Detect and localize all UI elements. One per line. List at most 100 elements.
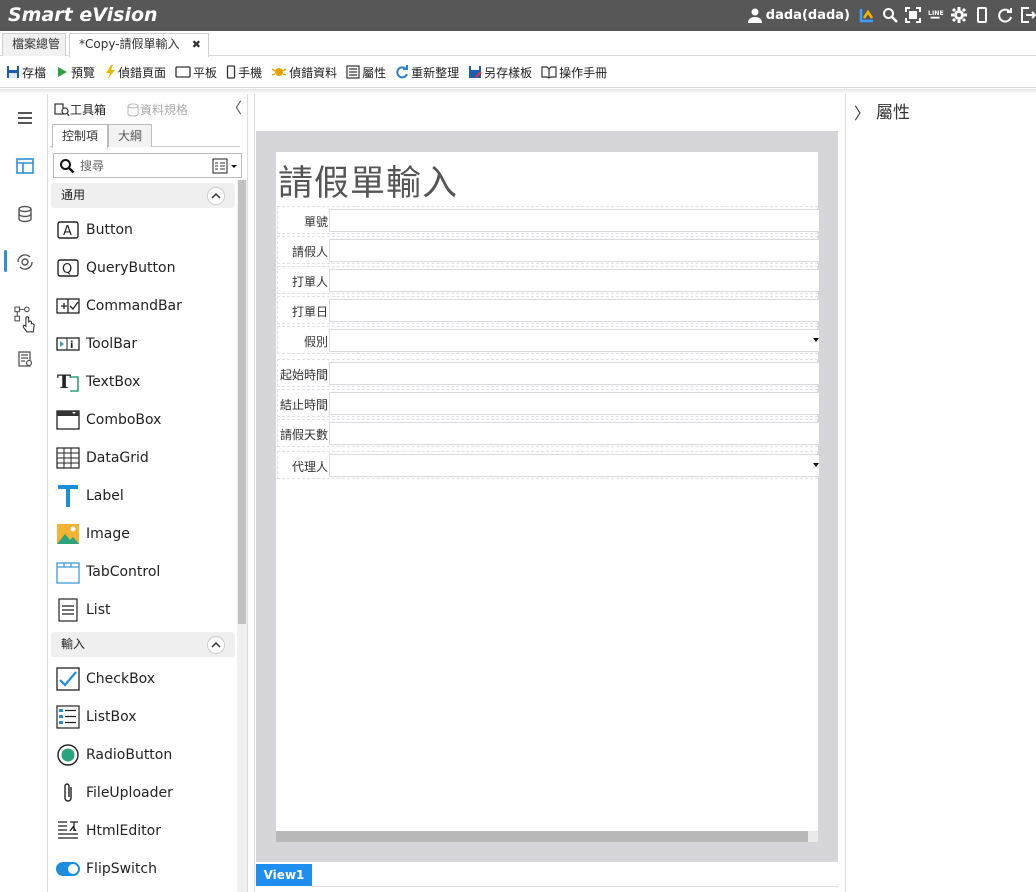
tab-outline[interactable]: 大綱 — [108, 124, 153, 147]
palette-scrollbar[interactable] — [237, 180, 247, 892]
save-button[interactable]: 存檔 — [6, 64, 46, 81]
control-flipswitch[interactable]: FlipSwitch — [56, 854, 236, 884]
control-textbox[interactable]: T TextBox — [56, 367, 236, 397]
report-settings-icon[interactable] — [14, 348, 36, 370]
line-icon[interactable]: LINE — [928, 7, 944, 23]
search-input[interactable] — [80, 157, 200, 175]
properties-button[interactable]: 屬性 — [346, 64, 386, 81]
preview-button[interactable]: 預覽 — [55, 64, 95, 81]
palette-tabs: 控制項 大綱 — [50, 124, 240, 148]
debug-page-button[interactable]: 偵錯頁面 — [104, 64, 166, 81]
category-general[interactable]: 通用 — [51, 183, 235, 208]
view-tab[interactable]: View1 — [256, 864, 312, 886]
dropdown-caret-icon[interactable] — [813, 463, 819, 467]
text-field[interactable] — [329, 392, 819, 415]
text-field[interactable] — [329, 362, 819, 385]
data-spec-tab[interactable]: 資料規格 — [126, 101, 188, 118]
gear-icon[interactable] — [951, 7, 967, 23]
dropdown-caret-icon[interactable] — [813, 338, 819, 342]
form-row[interactable]: 假別 — [277, 326, 819, 354]
field-label: 打單日 — [291, 305, 328, 319]
control-label: TabControl — [86, 564, 161, 580]
control-combobox[interactable]: ComboBox — [56, 405, 236, 435]
hamburger-menu-icon[interactable] — [14, 107, 36, 129]
control-list[interactable]: List — [56, 595, 236, 625]
tab-copy-leave-form[interactable]: *Copy-請假單輸入 ✖ — [69, 33, 209, 57]
manual-button[interactable]: 操作手冊 — [541, 64, 607, 81]
collapse-panel-icon[interactable]: 〈 — [227, 97, 242, 118]
control-toolbar[interactable]: i ToolBar — [56, 329, 236, 359]
phone-button[interactable]: 手機 — [226, 64, 262, 81]
view-mode-dropdown[interactable] — [212, 158, 238, 174]
chevron-up-icon[interactable] — [207, 187, 225, 205]
scrollbar-thumb[interactable] — [238, 180, 246, 624]
control-commandbar[interactable]: CommandBar — [56, 291, 236, 321]
sync-eye-icon[interactable] — [14, 251, 36, 273]
mobile-icon[interactable] — [974, 7, 990, 23]
control-label: FlipSwitch — [86, 861, 158, 877]
control-checkbox[interactable]: CheckBox — [56, 664, 236, 694]
search-icon[interactable] — [882, 7, 898, 23]
control-label: QueryButton — [86, 260, 176, 276]
control-button[interactable]: A Button — [56, 215, 236, 245]
form-row[interactable]: 請假人 — [277, 236, 819, 264]
control-querybutton[interactable]: Q QueryButton — [56, 253, 236, 283]
control-image[interactable]: Image — [56, 519, 236, 549]
form-title[interactable]: 請假單輸入 — [278, 155, 458, 206]
text-field[interactable] — [329, 269, 819, 292]
form-row[interactable]: 請假天數 — [277, 419, 819, 447]
close-tab-icon[interactable]: ✖ — [192, 34, 201, 55]
save-icon — [7, 66, 19, 78]
control-listbox[interactable]: ListBox — [56, 702, 236, 732]
logout-icon[interactable] — [1020, 7, 1036, 23]
control-label[interactable]: Label — [56, 481, 236, 511]
toolbox-tab[interactable]: 工具箱 — [54, 101, 106, 118]
chevron-up-icon[interactable] — [207, 636, 225, 654]
text-field[interactable] — [329, 299, 819, 322]
category-label: 輸入 — [61, 637, 86, 651]
form-row[interactable]: 代理人 — [277, 451, 819, 479]
username[interactable]: dada(dada) — [766, 8, 850, 23]
view-tab-baseline — [312, 886, 838, 887]
field-label: 假別 — [303, 335, 328, 349]
workflow-icon[interactable] — [14, 302, 36, 336]
expand-panel-icon[interactable]: 〉 — [854, 100, 870, 124]
text-field[interactable] — [329, 422, 819, 445]
category-label: 通用 — [61, 188, 86, 202]
tab-file-explorer[interactable]: 檔案總管 — [2, 33, 66, 56]
form-row[interactable]: 起始時間 — [277, 359, 819, 387]
brand-icon[interactable] — [859, 7, 875, 23]
tab-controls[interactable]: 控制項 — [52, 124, 109, 148]
control-radiobutton[interactable]: RadioButton — [56, 740, 236, 770]
text-field[interactable] — [329, 239, 819, 262]
form-row[interactable]: 打單人 — [277, 266, 819, 294]
form-row[interactable]: 打單日 — [277, 296, 819, 324]
save-as-template-button[interactable]: 另存樣板 — [468, 64, 532, 81]
toolbox-panel: 工具箱 資料規格 〈 控制項 大綱 通用 A Button Q QueryBut… — [48, 94, 248, 892]
control-htmleditor[interactable]: HtmlEditor — [56, 816, 236, 846]
canvas-horizontal-scrollbar[interactable] — [276, 831, 818, 842]
control-datagrid[interactable]: DataGrid — [56, 443, 236, 473]
toolbar-control-icon: i — [56, 332, 80, 356]
select-field[interactable] — [329, 454, 819, 477]
layout-icon[interactable] — [14, 155, 36, 177]
text-field[interactable] — [329, 209, 819, 232]
category-input[interactable]: 輸入 — [51, 632, 235, 657]
control-tabcontrol[interactable]: TabControl — [56, 557, 236, 587]
panel-divider[interactable] — [248, 94, 255, 892]
refresh-icon — [396, 65, 409, 79]
select-field[interactable] — [329, 329, 819, 352]
debug-data-button[interactable]: 偵錯資料 — [271, 64, 337, 81]
database-icon[interactable] — [14, 203, 36, 225]
refresh-icon[interactable] — [997, 7, 1013, 23]
fullscreen-icon[interactable] — [905, 7, 921, 23]
form-row[interactable]: 單號 — [277, 206, 819, 234]
reorganize-button[interactable]: 重新整理 — [395, 64, 459, 81]
lightning-icon — [106, 65, 116, 79]
properties-panel: 〉 屬性 — [845, 94, 1036, 892]
form-row[interactable]: 結止時間 — [277, 389, 819, 417]
control-fileuploader[interactable]: FileUploader — [56, 778, 236, 808]
tablet-button[interactable]: 平板 — [175, 64, 217, 81]
user-icon[interactable] — [747, 7, 763, 23]
scrollbar-thumb[interactable] — [276, 831, 808, 842]
